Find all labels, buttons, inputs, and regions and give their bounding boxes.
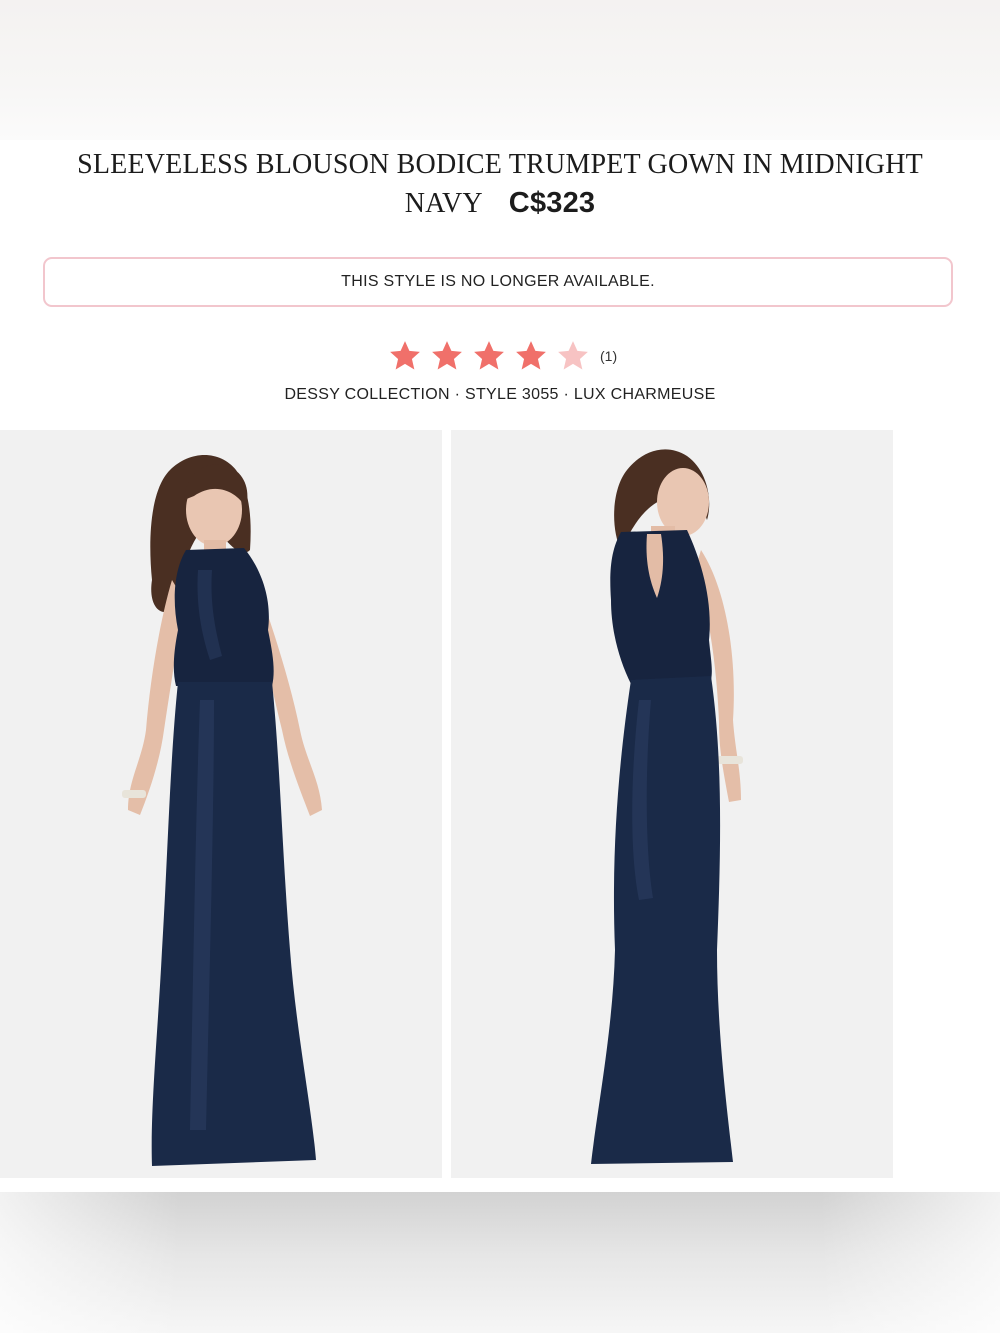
star-shape — [432, 341, 462, 370]
star-shape — [474, 341, 504, 370]
model-back-figure — [591, 449, 743, 1164]
review-count[interactable]: (1) — [600, 348, 617, 364]
bracelet — [717, 756, 743, 764]
product-title-text: SLEEVELESS BLOUSON BODICE TRUMPET GOWN I… — [77, 149, 923, 219]
face — [657, 468, 709, 536]
availability-notice: THIS STYLE IS NO LONGER AVAILABLE. — [43, 257, 953, 307]
product-image-front[interactable] — [0, 430, 442, 1178]
product-image-back[interactable] — [451, 430, 893, 1178]
rating[interactable]: (1) — [388, 338, 617, 374]
product-title: SLEEVELESS BLOUSON BODICE TRUMPET GOWN I… — [30, 146, 970, 223]
star-icon — [558, 341, 588, 370]
top-banner-area — [0, 0, 1000, 140]
product-details: DESSY COLLECTION · STYLE 3055 · LUX CHAR… — [284, 386, 716, 403]
star-icon — [474, 341, 504, 370]
star-shape — [390, 341, 420, 370]
bodice — [173, 548, 274, 686]
star-icon — [390, 341, 420, 370]
star-shape — [558, 341, 588, 370]
bottom-shadow-area — [0, 1192, 1000, 1333]
star-icon — [516, 341, 546, 370]
product-price: C$323 — [508, 187, 596, 219]
star-shape — [516, 341, 546, 370]
star-icon — [432, 341, 462, 370]
model-front-figure — [122, 455, 322, 1166]
skirt — [591, 676, 733, 1164]
availability-notice-text: THIS STYLE IS NO LONGER AVAILABLE. — [341, 273, 655, 290]
bracelet — [122, 790, 146, 798]
